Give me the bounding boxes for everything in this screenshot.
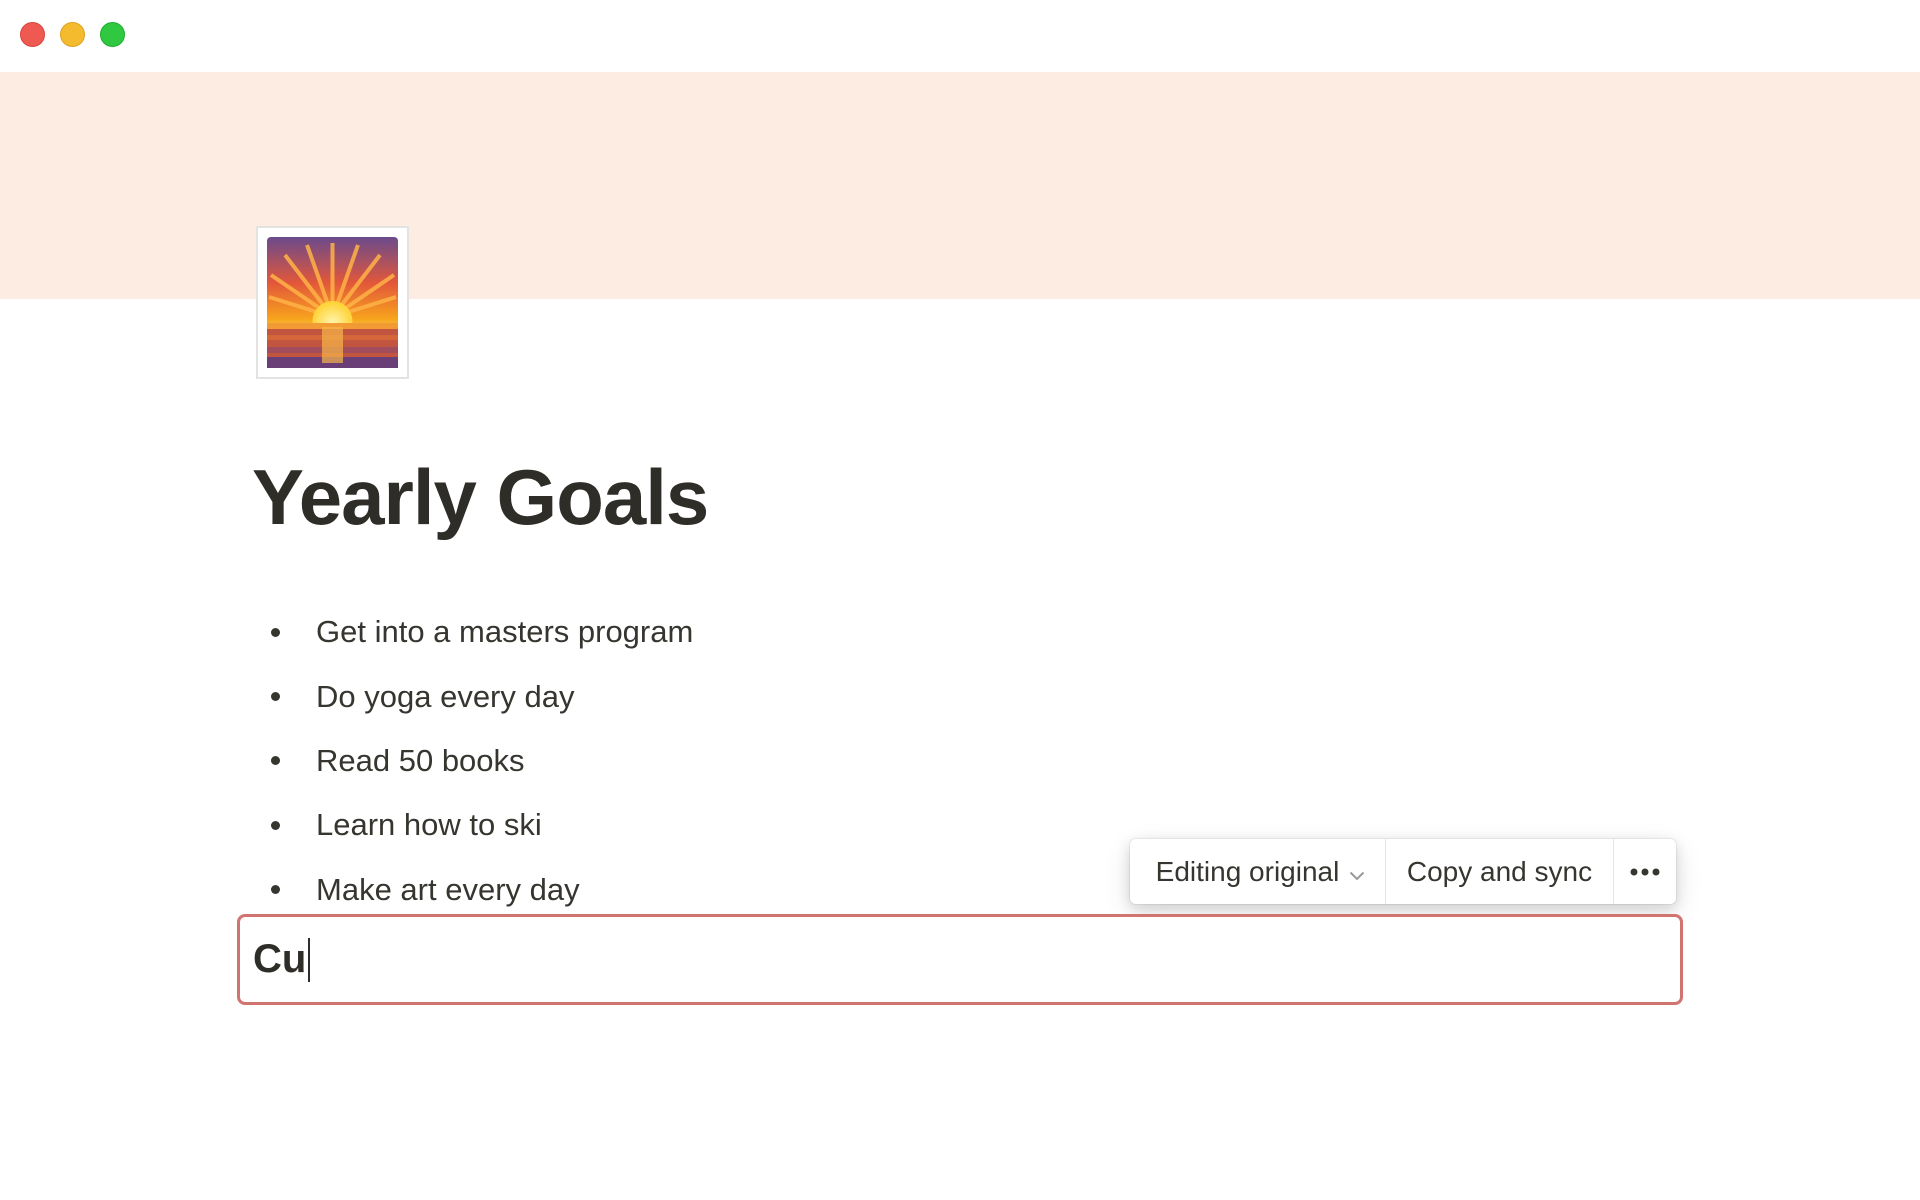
bullet-list-item[interactable]: Do yoga every day: [262, 664, 693, 728]
text-caret: [308, 937, 311, 982]
window-zoom-button[interactable]: [100, 22, 125, 47]
bullet-dot-icon: [271, 885, 280, 895]
copy-and-sync-button[interactable]: Copy and sync: [1386, 839, 1614, 904]
bullet-list-item[interactable]: Learn how to ski: [262, 793, 693, 857]
editing-original-label: Editing original: [1155, 855, 1340, 887]
chevron-down-icon: [1349, 856, 1365, 888]
bullet-dot-icon: [271, 627, 280, 637]
bullet-text: Do yoga every day: [316, 678, 575, 714]
bullet-dot-icon: [271, 756, 280, 766]
synced-block-toolbar: Editing original Copy and sync: [1130, 839, 1676, 904]
bullet-list-item[interactable]: Make art every day: [262, 858, 693, 922]
editing-original-dropdown[interactable]: Editing original: [1130, 839, 1386, 904]
window-titlebar: [0, 0, 1920, 72]
bullet-text: Make art every day: [316, 871, 580, 907]
sunrise-emoji-icon: [267, 237, 398, 368]
more-options-button[interactable]: [1614, 839, 1676, 904]
window-minimize-button[interactable]: [60, 22, 85, 47]
bullet-list-item[interactable]: Read 50 books: [262, 729, 693, 793]
synced-block-text[interactable]: Cu: [253, 937, 306, 982]
bullet-text: Learn how to ski: [316, 807, 542, 843]
copy-and-sync-label: Copy and sync: [1406, 855, 1593, 887]
more-horizontal-icon: [1630, 868, 1660, 876]
bullet-list: Get into a masters program Do yoga every…: [262, 600, 693, 922]
bullet-list-item[interactable]: Get into a masters program: [262, 600, 693, 664]
bullet-text: Get into a masters program: [316, 614, 694, 650]
synced-block[interactable]: Cu: [237, 914, 1683, 1005]
bullet-text: Read 50 books: [316, 742, 525, 778]
page-icon[interactable]: [256, 226, 409, 379]
bullet-dot-icon: [271, 692, 280, 702]
window-close-button[interactable]: [20, 22, 45, 47]
page-title[interactable]: Yearly Goals: [252, 452, 709, 543]
bullet-dot-icon: [271, 820, 280, 830]
